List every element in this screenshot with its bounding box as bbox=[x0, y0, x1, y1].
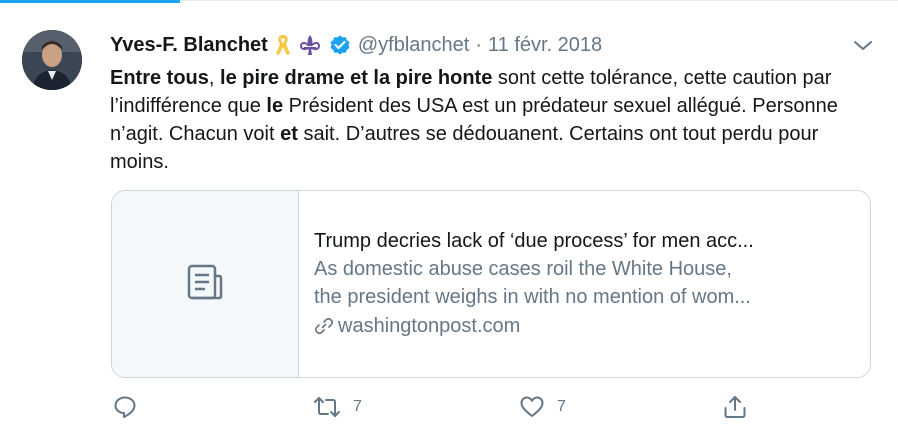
author-name[interactable]: Yves-F. Blanchet bbox=[110, 34, 268, 57]
card-body: Trump decries lack of ‘due process’ for … bbox=[314, 227, 854, 341]
retweet-button[interactable]: 7 bbox=[313, 394, 362, 420]
yellow-ribbon-icon bbox=[274, 33, 292, 57]
card-domain-text: washingtonpost.com bbox=[338, 315, 521, 337]
tweet-text-bold: Entre tous bbox=[110, 67, 209, 89]
heart-icon bbox=[520, 396, 544, 417]
avatar-image bbox=[22, 30, 82, 90]
separator-dot: · bbox=[475, 33, 482, 56]
tweet-date[interactable]: 11 févr. 2018 bbox=[488, 34, 602, 57]
chevron-down-icon[interactable] bbox=[852, 37, 874, 55]
verified-badge-icon bbox=[328, 33, 352, 57]
share-icon bbox=[724, 396, 746, 418]
retweet-icon bbox=[314, 397, 340, 417]
share-button[interactable] bbox=[722, 394, 748, 420]
tweet-header: Yves-F. Blanchet @yfblanchet · 11 févr. … bbox=[110, 31, 602, 59]
link-card[interactable]: Trump decries lack of ‘due process’ for … bbox=[111, 190, 871, 378]
fleur-de-lis-icon bbox=[298, 33, 322, 57]
link-icon bbox=[314, 317, 334, 335]
tweet-text-bold: et bbox=[280, 123, 298, 145]
retweet-count: 7 bbox=[353, 398, 362, 415]
tweet-text-segment: , bbox=[208, 67, 221, 89]
active-tab-indicator bbox=[0, 0, 180, 3]
card-description-line: As domestic abuse cases roil the White H… bbox=[314, 258, 732, 280]
author-handle[interactable]: @yfblanchet bbox=[358, 34, 469, 57]
reply-icon bbox=[114, 396, 136, 418]
like-count: 7 bbox=[557, 398, 566, 415]
card-description-line: the president weighs in with no mention … bbox=[314, 286, 751, 308]
like-button[interactable]: 7 bbox=[519, 394, 566, 420]
tweet-text: Entre tous, le pire drame et la pire hon… bbox=[110, 64, 870, 176]
reply-button[interactable] bbox=[112, 394, 150, 420]
tweet-actions: 7 7 bbox=[0, 394, 898, 422]
card-title[interactable]: Trump decries lack of ‘due process’ for … bbox=[314, 227, 854, 255]
tweet-text-bold: le bbox=[266, 95, 284, 117]
card-thumbnail bbox=[112, 191, 299, 377]
card-domain[interactable]: washingtonpost.com bbox=[314, 311, 854, 341]
tweet-text-bold: le pire drame et la pire honte bbox=[220, 67, 493, 89]
article-icon bbox=[185, 262, 225, 307]
avatar[interactable] bbox=[22, 30, 82, 90]
card-description: As domestic abuse cases roil the White H… bbox=[314, 255, 854, 311]
